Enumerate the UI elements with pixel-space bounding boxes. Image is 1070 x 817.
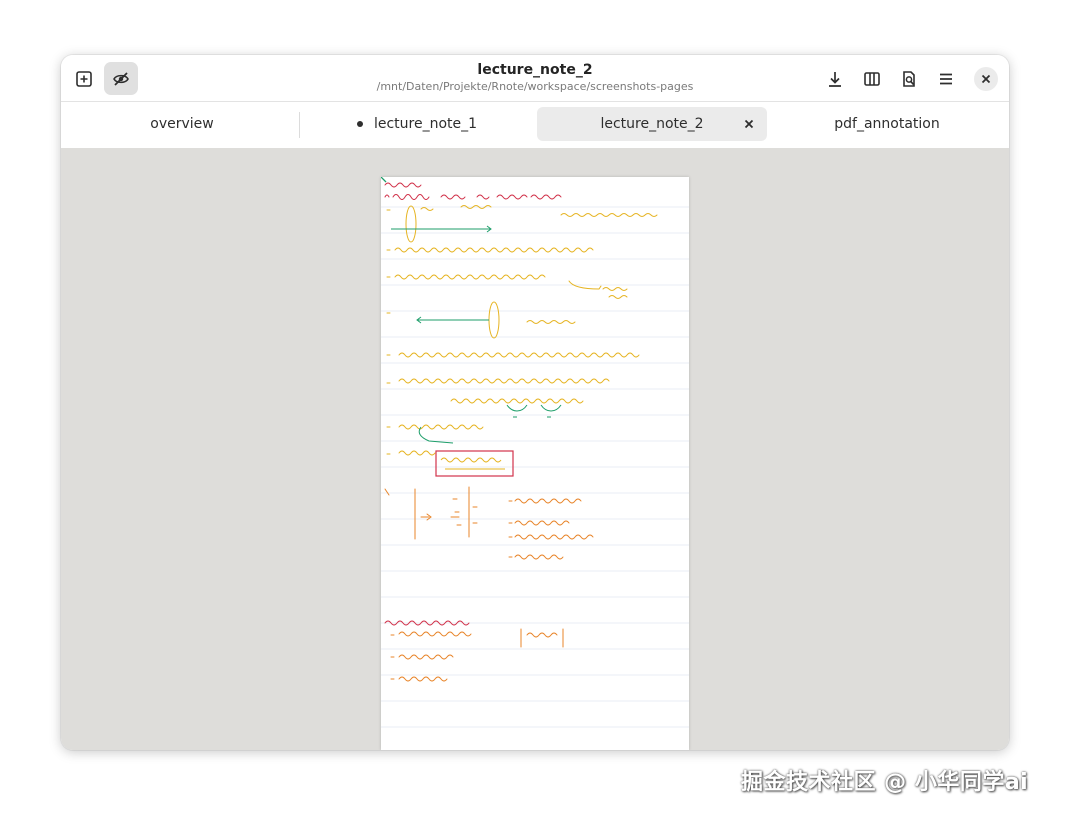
tab-lecture-note-1[interactable]: lecture_note_1 [302, 107, 532, 141]
tab-label: overview [150, 116, 214, 132]
tab-label: lecture_note_2 [600, 116, 704, 132]
watermark-text: 掘金技术社区 @ 小华同学ai [741, 770, 1029, 795]
app-window: lecture_note_2 /mnt/Daten/Projekte/Rnote… [61, 55, 1009, 750]
close-icon [981, 74, 991, 84]
document-zoom-icon [903, 70, 915, 87]
window-close-button[interactable] [974, 67, 998, 91]
modified-indicator-icon [356, 121, 363, 127]
menu-icon [940, 73, 952, 84]
download-icon [829, 71, 841, 87]
headerbar: lecture_note_2 /mnt/Daten/Projekte/Rnote… [61, 55, 1009, 102]
handwritten-notes [375, 171, 689, 728]
new-tab-icon [76, 70, 92, 87]
drawing-canvas[interactable] [61, 148, 1009, 750]
tab-lecture-note-2[interactable]: lecture_note_2 [537, 107, 767, 141]
tab-separator [299, 112, 300, 138]
main-menu-button[interactable] [929, 62, 963, 95]
tab-label: lecture_note_1 [373, 116, 478, 132]
title-box: lecture_note_2 /mnt/Daten/Projekte/Rnote… [261, 61, 809, 95]
eye-off-icon [113, 71, 129, 86]
tab-close-button[interactable] [741, 116, 757, 132]
tab-label: pdf_annotation [834, 116, 940, 132]
columns-icon [864, 71, 880, 86]
visibility-toggle-button[interactable] [104, 62, 138, 95]
document-page[interactable] [375, 171, 689, 750]
new-tab-button[interactable] [67, 62, 101, 95]
tab-pdf-annotation[interactable]: pdf_annotation [772, 107, 1002, 141]
document-zoom-button[interactable] [892, 62, 926, 95]
tab-overview[interactable]: overview [67, 107, 297, 141]
close-icon [744, 119, 754, 129]
tab-bar: overview lecture_note_1 lecture_note_2 p… [61, 102, 1009, 148]
window-title: lecture_note_2 [477, 62, 593, 78]
window-subtitle: /mnt/Daten/Projekte/Rnote/workspace/scre… [376, 80, 694, 93]
export-button[interactable] [818, 62, 852, 95]
sidebar-toggle-button[interactable] [855, 62, 889, 95]
